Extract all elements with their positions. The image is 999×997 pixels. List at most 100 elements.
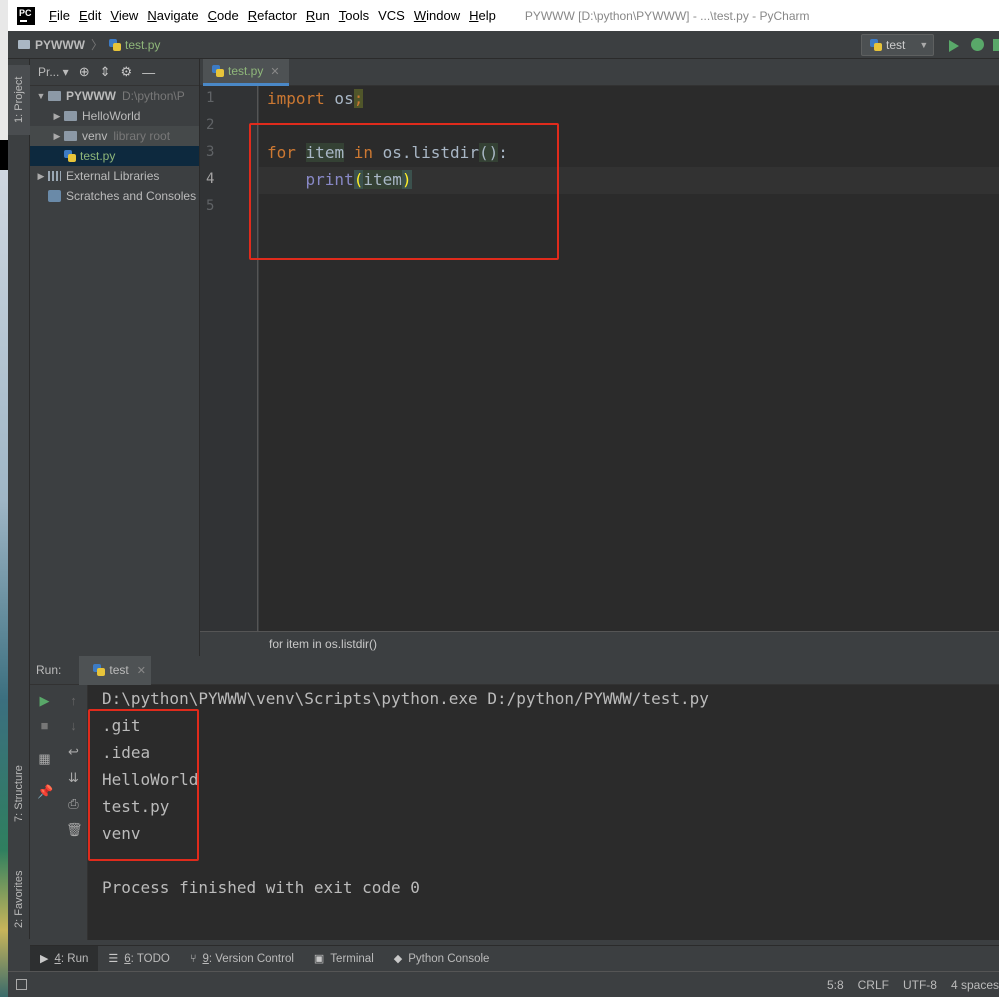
scroll-to-end-icon[interactable]: ⇊ <box>66 770 81 785</box>
menu-navigate[interactable]: Navigate <box>147 8 198 23</box>
project-toolbar: Pr... ▾ ⊕ ⇕ ⚙ — <box>30 59 199 86</box>
menu-view[interactable]: View <box>110 8 138 23</box>
run-panel-label: Run: <box>36 663 62 677</box>
run-icon: ▶ <box>40 953 49 965</box>
gear-icon[interactable]: ⚙ <box>121 64 133 80</box>
run-tab-test[interactable]: test ✕ <box>79 655 152 685</box>
desktop-background-strip <box>0 0 8 997</box>
terminal-icon: ▣ <box>313 953 325 965</box>
chevron-down-icon: ▼ <box>919 40 929 50</box>
trash-icon[interactable]: 🗑 <box>66 822 83 837</box>
close-icon[interactable]: ✕ <box>137 664 146 677</box>
folder-icon <box>18 40 30 49</box>
tree-item-label: venv <box>82 129 108 143</box>
tree-item[interactable]: ▶ HelloWorld <box>30 106 199 126</box>
layout-icon[interactable]: ▦ <box>37 751 52 766</box>
left-tool-stripe: 1: Project 7: Structure 2: Favorites <box>8 59 30 939</box>
vcs-icon: ⑂ <box>189 952 197 965</box>
bottom-tab-terminal[interactable]: ▣ Terminal <box>304 946 384 972</box>
menu-help[interactable]: Help <box>469 8 496 23</box>
python-file-icon <box>212 65 224 77</box>
tree-item-label: test.py <box>80 149 116 163</box>
stop-icon[interactable]: ■ <box>37 718 52 733</box>
navigation-bar: PYWWW 〉 test.py test ▼ <box>8 31 999 59</box>
tree-item[interactable]: test.py <box>30 146 199 166</box>
console-line: test.py <box>102 797 170 816</box>
indent-setting[interactable]: 4 spaces <box>951 978 999 992</box>
debug-bug-icon[interactable] <box>971 38 984 51</box>
folder-icon <box>64 131 77 141</box>
code-editor[interactable]: import os; for item in os.listdir(): pri… <box>259 86 999 631</box>
pin-icon[interactable]: 📌 <box>37 784 53 799</box>
editor-breadcrumb[interactable]: for item in os.listdir() <box>200 631 999 656</box>
console-line: HelloWorld <box>102 770 199 789</box>
menu-run[interactable]: Run <box>306 8 330 23</box>
status-bar: 5:8 CRLF UTF-8 4 spaces <box>8 971 999 997</box>
tree-item[interactable]: ▶ venv library root <box>30 126 199 146</box>
chevron-right-icon[interactable]: ▶ <box>50 131 64 142</box>
line-number-gutter: 1 2 3 4 5 <box>200 86 258 631</box>
console-line: venv <box>102 824 141 843</box>
menu-bar: PC File Edit View Navigate Code Refactor… <box>8 0 999 31</box>
caret-position[interactable]: 5:8 <box>827 978 844 992</box>
bottom-tab-version-control[interactable]: ⑂ 9: Version Control <box>180 946 304 972</box>
hide-panel-icon[interactable]: — <box>142 65 155 80</box>
tree-item-label: PYWWW <box>66 89 116 103</box>
python-file-icon <box>64 150 76 162</box>
arrow-up-icon[interactable]: ↑ <box>66 693 81 708</box>
editor-tab-test-py[interactable]: test.py ✕ <box>203 59 289 86</box>
breadcrumb-project[interactable]: PYWWW <box>35 38 85 52</box>
python-file-icon <box>109 38 122 51</box>
tree-item[interactable]: ▶ External Libraries <box>30 166 199 186</box>
line-separator[interactable]: CRLF <box>858 978 889 992</box>
code-line-3: for item in os.listdir(): <box>267 143 508 162</box>
bottom-tool-stripe: ▶ 4: Run ☰ 6: TODO ⑂ 9: Version Control ▣ Te… <box>30 945 999 972</box>
bottom-tab-run[interactable]: ▶ 4: Run <box>30 945 99 972</box>
project-panel: Pr... ▾ ⊕ ⇕ ⚙ — ▼ PYWWW D:\python\P ▶ HelloW… <box>30 59 200 656</box>
chevron-right-icon[interactable]: ▶ <box>50 111 64 122</box>
run-console-output[interactable]: D:\python\PYWWW\venv\Scripts\python.exe … <box>88 685 999 940</box>
library-icon <box>48 171 61 181</box>
bottom-tab-todo[interactable]: ☰ 6: TODO <box>98 946 179 972</box>
tree-item-label: HelloWorld <box>82 109 141 123</box>
menu-file[interactable]: File <box>49 8 70 23</box>
menu-refactor[interactable]: Refactor <box>248 8 297 23</box>
run-button[interactable] <box>949 40 959 52</box>
soft-wrap-icon[interactable]: ↩ <box>66 744 81 759</box>
collapse-all-icon[interactable]: ⇕ <box>100 64 111 80</box>
console-line: Process finished with exit code 0 <box>102 878 420 897</box>
rerun-icon[interactable]: ▶ <box>37 693 52 708</box>
tree-item[interactable]: ▼ PYWWW D:\python\P <box>30 86 199 106</box>
locate-target-icon[interactable]: ⊕ <box>79 64 90 80</box>
console-line: .idea <box>102 743 151 762</box>
breadcrumb-file[interactable]: test.py <box>125 38 160 52</box>
project-view-selector[interactable]: Pr... ▾ <box>38 65 69 79</box>
tool-tab-project[interactable]: 1: Project <box>8 65 30 135</box>
coverage-button[interactable] <box>993 39 999 51</box>
folder-icon <box>48 91 61 101</box>
toggle-tool-windows-icon[interactable] <box>16 979 27 990</box>
menu-window[interactable]: Window <box>414 8 460 23</box>
arrow-down-icon[interactable]: ↓ <box>66 718 81 733</box>
menu-code[interactable]: Code <box>208 8 239 23</box>
bottom-tab-python-console[interactable]: ◆ Python Console <box>384 946 500 972</box>
chevron-down-icon[interactable]: ▼ <box>34 91 48 101</box>
project-tree: ▼ PYWWW D:\python\P ▶ HelloWorld ▶ venv library… <box>30 86 199 206</box>
tool-tab-favorites[interactable]: 2: Favorites <box>8 854 30 944</box>
breadcrumb-separator-icon: 〉 <box>91 38 104 52</box>
editor-tab-bar: test.py ✕ <box>200 59 999 86</box>
close-icon[interactable]: ✕ <box>270 65 279 78</box>
tree-item-hint: D:\python\P <box>122 89 185 103</box>
chevron-right-icon[interactable]: ▶ <box>34 171 48 182</box>
tool-tab-structure[interactable]: 7: Structure <box>8 754 30 834</box>
tree-item[interactable]: Scratches and Consoles <box>30 186 199 206</box>
line-number: 2 <box>206 117 215 133</box>
run-configuration-select[interactable]: test ▼ <box>861 34 934 56</box>
console-line: .git <box>102 716 141 735</box>
run-toolbar-secondary: ↑ ↓ ↩ ⇊ ⎙ 🗑 <box>59 685 88 940</box>
menu-tools[interactable]: Tools <box>339 8 369 23</box>
file-encoding[interactable]: UTF-8 <box>903 978 937 992</box>
menu-vcs[interactable]: VCS <box>378 8 405 23</box>
menu-edit[interactable]: Edit <box>79 8 101 23</box>
print-icon[interactable]: ⎙ <box>66 796 81 811</box>
